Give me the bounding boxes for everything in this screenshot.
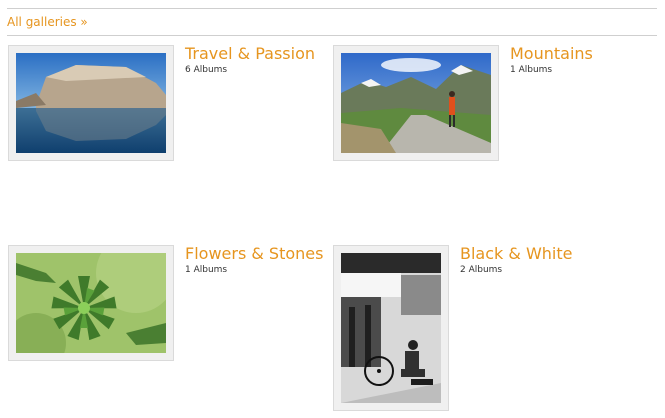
all-galleries-link[interactable]: All galleries » <box>7 15 88 29</box>
gallery-album-count: 1 Albums <box>185 265 228 275</box>
top-divider <box>7 8 657 9</box>
gallery-title[interactable]: Flowers & Stones <box>185 245 323 263</box>
gallery-album-count: 1 Albums <box>510 65 553 75</box>
gallery-album-count: 2 Albums <box>460 265 503 275</box>
gallery-title[interactable]: Black & White <box>460 245 572 263</box>
gallery-thumbnail[interactable] <box>8 45 174 161</box>
street-vendor-bw-photo <box>341 253 441 403</box>
hiker-mountain-path-photo <box>341 53 491 153</box>
gallery-album-count: 6 Albums <box>185 65 228 75</box>
gallery-thumbnail[interactable] <box>8 245 174 361</box>
gallery-title[interactable]: Mountains <box>510 45 593 63</box>
header-divider <box>7 35 657 36</box>
green-succulent-closeup-photo <box>16 253 166 353</box>
gallery-title[interactable]: Travel & Passion <box>185 45 315 63</box>
gallery-thumbnail[interactable] <box>333 245 449 411</box>
lake-cliff-reflection-photo <box>16 53 166 153</box>
gallery-thumbnail[interactable] <box>333 45 499 161</box>
